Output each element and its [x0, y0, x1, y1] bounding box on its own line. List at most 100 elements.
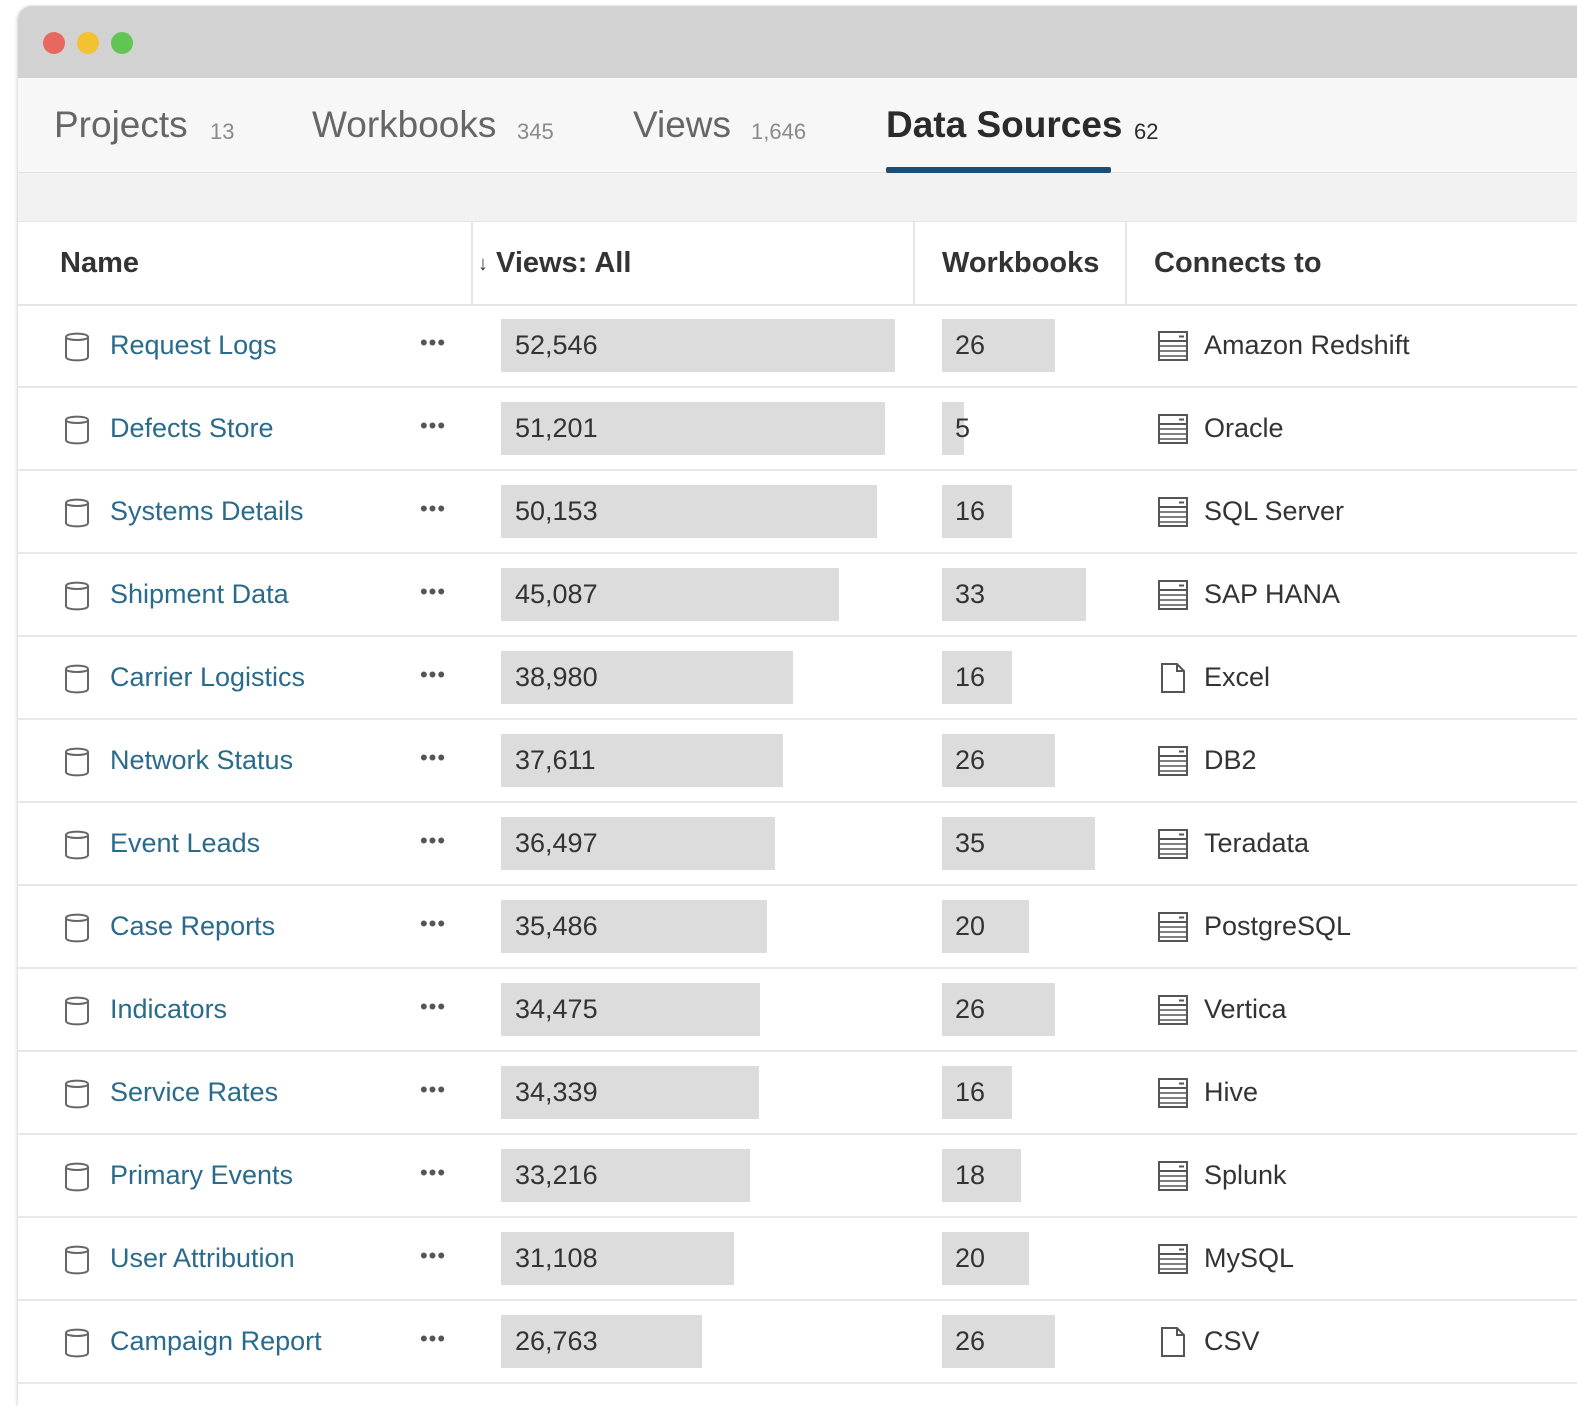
file-icon [1157, 1326, 1189, 1358]
more-actions-button[interactable]: ••• [411, 495, 455, 527]
database-server-icon [1157, 994, 1189, 1026]
data-source-icon [64, 746, 90, 778]
data-source-icon [64, 995, 90, 1027]
database-server-icon [1157, 1243, 1189, 1275]
table-row[interactable]: User Attribution ••• 31,108 20 MySQL [18, 1218, 1577, 1301]
table-row[interactable]: Campaign Report ••• 26,763 26 CSV [18, 1301, 1577, 1384]
views-count: 26,763 [515, 1326, 598, 1356]
data-source-name-link[interactable]: Defects Store [110, 388, 274, 469]
data-source-name-link[interactable]: Network Status [110, 720, 293, 801]
data-source-name-link[interactable]: User Attribution [110, 1218, 295, 1299]
minimize-window-button[interactable] [77, 32, 99, 54]
table-row[interactable]: Case Reports ••• 35,486 20 PostgreSQL [18, 886, 1577, 969]
column-header-label: Connects to [1154, 247, 1322, 279]
table-row[interactable]: Shipment Data ••• 45,087 33 SAP HANA [18, 554, 1577, 637]
sort-descending-icon: ↓ [478, 253, 488, 275]
tab-label: Data Sources [886, 104, 1123, 145]
workbooks-count: 16 [955, 1077, 986, 1107]
workbooks-count: 26 [955, 994, 986, 1024]
more-actions-button[interactable]: ••• [411, 578, 455, 610]
column-divider[interactable] [1125, 222, 1127, 304]
column-header-label: Name [60, 247, 139, 279]
more-actions-button[interactable]: ••• [411, 1242, 455, 1274]
data-source-icon [64, 1327, 90, 1359]
connects-to-label: Amazon Redshift [1204, 330, 1410, 360]
data-source-name-link[interactable]: Indicators [110, 969, 227, 1050]
tab-label: Projects [54, 104, 188, 145]
database-server-icon [1157, 1077, 1189, 1109]
data-source-name-link[interactable]: Event Leads [110, 803, 260, 884]
connects-to-label: Teradata [1204, 828, 1310, 858]
data-source-name-link[interactable]: Case Reports [110, 886, 275, 967]
table-row[interactable]: Systems Details ••• 50,153 16 SQL Server [18, 471, 1577, 554]
database-server-icon [1157, 496, 1189, 528]
views-count: 38,980 [515, 662, 598, 692]
database-server-icon [1157, 828, 1189, 860]
database-server-icon [1157, 330, 1189, 362]
database-server-icon [1157, 579, 1189, 611]
views-count: 45,087 [515, 579, 598, 609]
column-header-connects-to[interactable]: Connects to [1154, 222, 1322, 304]
data-source-name-link[interactable]: Campaign Report [110, 1301, 322, 1382]
workbooks-count: 18 [955, 1160, 986, 1190]
table-row[interactable]: Service Rates ••• 34,339 16 Hive [18, 1052, 1577, 1135]
file-icon [1157, 662, 1189, 694]
workbooks-count: 33 [955, 579, 986, 609]
connects-to-label: SAP HANA [1204, 579, 1341, 609]
data-source-icon [64, 331, 90, 363]
data-source-name-link[interactable]: Request Logs [110, 305, 277, 386]
tab-count: 62 [1134, 119, 1159, 144]
column-header-views[interactable]: ↓ Views: All [478, 222, 631, 304]
tab-count: 345 [517, 119, 554, 144]
more-actions-button[interactable]: ••• [411, 910, 455, 942]
connects-to-label: SQL Server [1204, 496, 1345, 526]
more-actions-button[interactable]: ••• [411, 1325, 455, 1357]
more-actions-button[interactable]: ••• [411, 1159, 455, 1191]
workbooks-count: 5 [955, 413, 971, 443]
database-server-icon [1157, 413, 1189, 445]
table-row[interactable]: Event Leads ••• 36,497 35 Teradata [18, 803, 1577, 886]
column-header-label: Workbooks [942, 247, 1100, 279]
column-header-name[interactable]: Name [60, 222, 139, 304]
more-actions-button[interactable]: ••• [411, 1076, 455, 1108]
connects-to-label: MySQL [1204, 1243, 1295, 1273]
column-divider[interactable] [471, 222, 473, 304]
table-row[interactable]: Carrier Logistics ••• 38,980 16 Excel [18, 637, 1577, 720]
table-row[interactable]: Request Logs ••• 52,546 26 Amazon Redshift [18, 305, 1577, 388]
database-server-icon [1157, 911, 1189, 943]
column-divider[interactable] [913, 222, 915, 304]
more-actions-button[interactable]: ••• [411, 744, 455, 776]
data-source-icon [64, 829, 90, 861]
column-header-workbooks[interactable]: Workbooks [942, 222, 1099, 304]
data-source-icon [64, 912, 90, 944]
views-count: 34,475 [515, 994, 598, 1024]
data-source-icon [64, 663, 90, 695]
connects-to-label: Excel [1204, 662, 1271, 692]
data-source-name-link[interactable]: Primary Events [110, 1135, 293, 1216]
data-source-name-link[interactable]: Shipment Data [110, 554, 289, 635]
data-source-name-link[interactable]: Service Rates [110, 1052, 278, 1133]
more-actions-button[interactable]: ••• [411, 329, 455, 361]
more-actions-button[interactable]: ••• [411, 827, 455, 859]
table-row[interactable]: Indicators ••• 34,475 26 Vertica [18, 969, 1577, 1052]
workbooks-count: 20 [955, 1243, 986, 1273]
more-actions-button[interactable]: ••• [411, 412, 455, 444]
connects-to-label: Splunk [1204, 1160, 1287, 1190]
data-source-icon [64, 414, 90, 446]
data-source-icon [64, 1244, 90, 1276]
maximize-window-button[interactable] [111, 32, 133, 54]
table-row[interactable]: Defects Store ••• 51,201 5 Oracle [18, 388, 1577, 471]
database-server-icon [1157, 745, 1189, 777]
close-window-button[interactable] [43, 32, 65, 54]
more-actions-button[interactable]: ••• [411, 661, 455, 693]
table-row[interactable]: Network Status ••• 37,611 26 DB2 [18, 720, 1577, 803]
workbooks-count: 16 [955, 496, 986, 526]
table-row[interactable]: Primary Events ••• 33,216 18 Splunk [18, 1135, 1577, 1218]
data-source-name-link[interactable]: Systems Details [110, 471, 304, 552]
views-count: 36,497 [515, 828, 598, 858]
connects-to-label: Hive [1204, 1077, 1259, 1107]
data-source-name-link[interactable]: Carrier Logistics [110, 637, 305, 718]
toolbar-strip [18, 173, 1577, 222]
data-source-icon [64, 580, 90, 612]
more-actions-button[interactable]: ••• [411, 993, 455, 1025]
